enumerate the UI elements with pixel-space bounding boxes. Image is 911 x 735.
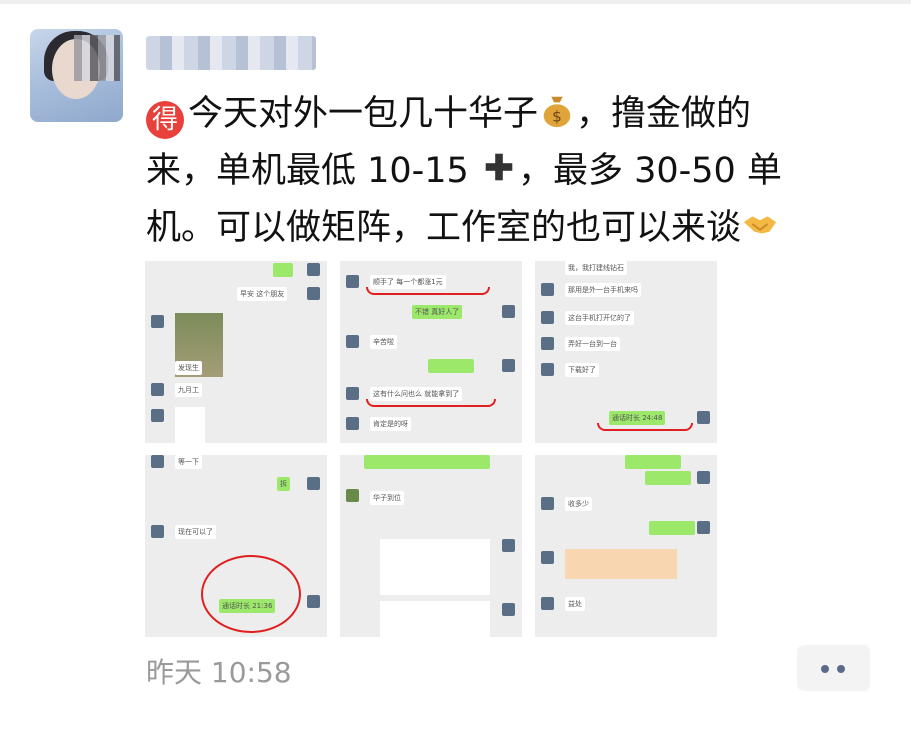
chat-thumbnail-3[interactable]: 我，我打建线钻石 那用是外一台手机来吗 这台手机打开亿的了 弄好一台到一台 下载… [535,261,717,443]
post-line-1: 得今天对外一包几十华子 $ ，撸金做的 [146,86,886,143]
post-timestamp: 昨天 10:58 [146,656,292,689]
chat-bubble: 早安 这个朋友 [237,287,288,301]
chat-thumbnail-4[interactable]: 等一下 拆 现在可以了 通话时长 21:36 [145,455,327,637]
chat-bubble: 收多少 [565,497,592,511]
chat-bubble: 等一下 [175,455,202,469]
chat-bubble: 华子到位 [370,491,404,505]
chat-bubble: 我，我打建线钻石 [565,261,627,275]
svg-text:$: $ [552,107,562,125]
chat-bubble: 不错 真好人了 [412,305,463,319]
username-blurred[interactable] [146,36,316,70]
chat-thumbnail-2[interactable]: 顺手了 每一个都涨1元 不错 真好人了 辛苦啦 这有什么问也么 就能拿到了 肯定… [340,261,522,443]
chat-bubble: 肯定是的呀 [370,417,411,431]
top-divider [0,0,911,4]
avatar-blur-mask [74,35,120,81]
chat-bubble: 那用是外一台手机来吗 [565,283,641,297]
handshake-icon [743,216,777,234]
post-line-3: 机。可以做矩阵，工作室的也可以来谈 [146,200,886,257]
image-grid: 早安 这个朋友 发现生 九月工 顺手了 每一个都涨1元 不错 真好人了 辛苦啦 … [145,261,717,637]
chat-bubble: 这台手机打开亿的了 [565,311,634,325]
chat-thumbnail-1[interactable]: 早安 这个朋友 发现生 九月工 [145,261,327,443]
chat-bubble: 下载好了 [565,363,599,377]
chat-thumbnail-5[interactable]: 华子到位 [340,455,522,637]
chat-bubble: 九月工 [175,383,202,397]
money-bag-icon: $ [543,96,571,128]
chat-bubble: 弄好一台到一台 [565,337,620,351]
post-line-2: 来，单机最低 10-15 ，最多 30-50 单 [146,143,886,200]
chat-bubble: 辛苦啦 [370,335,397,349]
plus-icon [485,153,513,181]
de-badge-icon: 得 [146,101,184,139]
chat-bubble: 现在可以了 [175,525,216,539]
more-actions-button[interactable] [797,645,870,691]
avatar[interactable] [30,29,123,122]
chat-bubble: 拆 [277,477,290,491]
chat-bubble: 发现生 [175,361,202,375]
post-text: 得今天对外一包几十华子 $ ，撸金做的 来，单机最低 10-15 ，最多 30-50… [146,86,886,257]
chat-bubble: 益处 [565,597,585,611]
more-dots-icon [821,665,829,673]
chat-thumbnail-6[interactable]: 收多少 益处 [535,455,717,637]
